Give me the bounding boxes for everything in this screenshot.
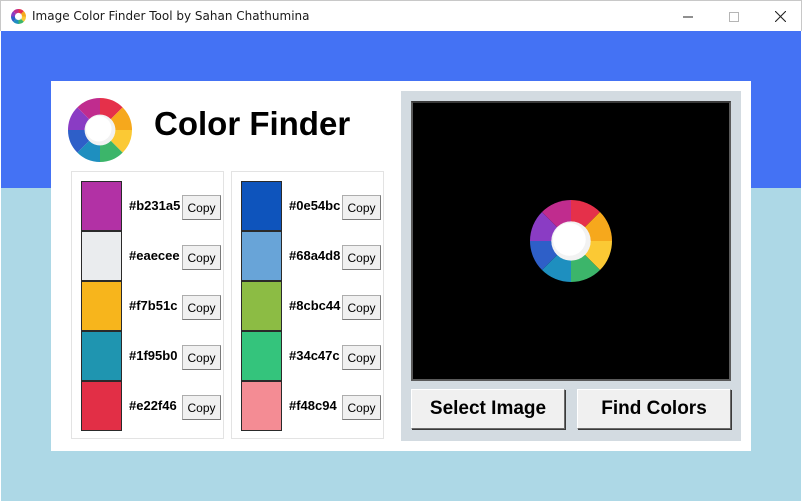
hex-label: #1f95b0 xyxy=(129,348,178,363)
color-swatch xyxy=(241,181,282,231)
color-swatch xyxy=(241,281,282,331)
color-row: #8cbc44 Copy xyxy=(241,281,381,331)
color-swatch xyxy=(81,231,122,281)
copy-button[interactable]: Copy xyxy=(342,245,381,270)
hex-label: #b231a5 xyxy=(129,198,181,213)
color-swatch xyxy=(241,231,282,281)
palette-left: #b231a5 Copy #eaecee Copy #f7b51c Copy #… xyxy=(71,171,224,439)
color-swatch xyxy=(241,381,282,431)
copy-button[interactable]: Copy xyxy=(182,195,221,220)
color-row: #eaecee Copy xyxy=(81,231,221,281)
find-colors-button[interactable]: Find Colors xyxy=(577,389,731,429)
close-icon xyxy=(774,11,786,22)
minimize-button[interactable] xyxy=(665,1,711,32)
maximize-icon xyxy=(729,11,739,22)
copy-button[interactable]: Copy xyxy=(182,395,221,420)
color-row: #68a4d8 Copy xyxy=(241,231,381,281)
hex-label: #e22f46 xyxy=(129,398,177,413)
hex-label: #0e54bc xyxy=(289,198,341,213)
copy-button[interactable]: Copy xyxy=(182,295,221,320)
color-row: #34c47c Copy xyxy=(241,331,381,381)
color-row: #0e54bc Copy xyxy=(241,181,381,231)
maximize-button[interactable] xyxy=(711,1,757,32)
color-swatch xyxy=(241,331,282,381)
color-row: #b231a5 Copy xyxy=(81,181,221,231)
select-image-button[interactable]: Select Image xyxy=(411,389,565,429)
hex-label: #eaecee xyxy=(129,248,180,263)
hex-label: #f48c94 xyxy=(289,398,337,413)
title-bar: Image Color Finder Tool by Sahan Chathum… xyxy=(0,0,802,31)
copy-button[interactable]: Copy xyxy=(342,395,381,420)
hex-label: #8cbc44 xyxy=(289,298,341,313)
copy-button[interactable]: Copy xyxy=(182,345,221,370)
color-wheel-icon xyxy=(11,9,26,24)
copy-button[interactable]: Copy xyxy=(342,345,381,370)
image-preview xyxy=(411,101,731,381)
color-wheel-icon xyxy=(68,98,132,162)
color-row: #1f95b0 Copy xyxy=(81,331,221,381)
app-client-area: Color Finder #b231a5 Copy #eaecee Copy #… xyxy=(1,31,801,501)
copy-button[interactable]: Copy xyxy=(342,295,381,320)
copy-button[interactable]: Copy xyxy=(182,245,221,270)
color-swatch xyxy=(81,331,122,381)
hex-label: #68a4d8 xyxy=(289,248,341,263)
hex-label: #f7b51c xyxy=(129,298,178,313)
close-button[interactable] xyxy=(757,1,802,32)
color-row: #f7b51c Copy xyxy=(81,281,221,331)
app-title: Color Finder xyxy=(154,105,351,142)
color-swatch xyxy=(81,381,122,431)
window-title: Image Color Finder Tool by Sahan Chathum… xyxy=(32,9,310,23)
preview-panel: Select Image Find Colors xyxy=(401,91,741,441)
palette-right: #0e54bc Copy #68a4d8 Copy #8cbc44 Copy #… xyxy=(231,171,384,439)
minimize-icon xyxy=(683,16,693,17)
main-card: Color Finder #b231a5 Copy #eaecee Copy #… xyxy=(51,81,751,451)
color-swatch xyxy=(81,181,122,231)
color-wheel-icon xyxy=(530,200,612,282)
copy-button[interactable]: Copy xyxy=(342,195,381,220)
color-row: #e22f46 Copy xyxy=(81,381,221,431)
hex-label: #34c47c xyxy=(289,348,340,363)
color-row: #f48c94 Copy xyxy=(241,381,381,431)
color-swatch xyxy=(81,281,122,331)
